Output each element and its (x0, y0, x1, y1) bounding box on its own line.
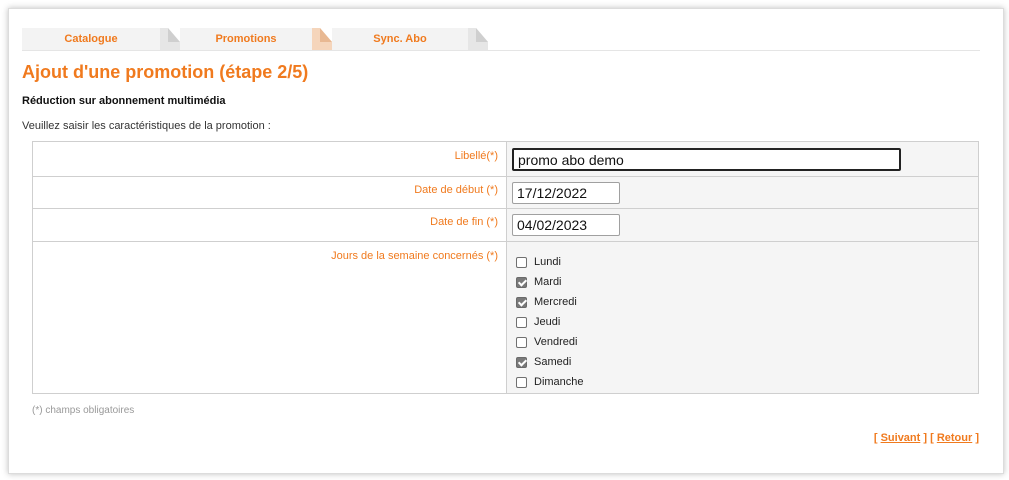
libelle-cell (507, 142, 978, 176)
form-row-jours: Jours de la semaine concernés (*) Lundi … (33, 242, 978, 393)
tab-label: Sync. Abo (373, 33, 427, 45)
tab-fold-icon (160, 28, 180, 50)
tab-label: Catalogue (64, 33, 118, 45)
required-fields-note: (*) champs obligatoires (32, 405, 135, 416)
form-actions: [ Suivant ] [ Retour ] (873, 432, 979, 444)
jour-label: Lundi (534, 256, 561, 268)
jour-label: Mercredi (534, 296, 577, 308)
tab-bar: Catalogue Promotions Sync. Abo (22, 28, 500, 50)
checkbox-dimanche[interactable] (516, 376, 527, 388)
page-subtitle: Réduction sur abonnement multimédia (22, 95, 226, 107)
date-fin-label: Date de fin (*) (33, 209, 507, 241)
jour-option-jeudi[interactable]: Jeudi (516, 312, 584, 332)
tab-promotions[interactable]: Promotions (180, 28, 312, 50)
date-debut-cell (507, 177, 978, 208)
jour-option-lundi[interactable]: Lundi (516, 252, 584, 272)
jour-label: Jeudi (534, 316, 561, 328)
jour-option-dimanche[interactable]: Dimanche (516, 372, 584, 392)
tab-divider (22, 50, 980, 51)
jours-checkbox-list: Lundi Mardi Mercredi Jeudi Vendredi Same… (516, 252, 584, 392)
jour-option-vendredi[interactable]: Vendredi (516, 332, 584, 352)
jour-label: Samedi (534, 356, 572, 368)
jours-label: Jours de la semaine concernés (*) (33, 242, 507, 393)
tab-label: Promotions (215, 33, 277, 45)
tab-sync-abo[interactable]: Sync. Abo (332, 28, 468, 50)
jour-option-samedi[interactable]: Samedi (516, 352, 584, 372)
libelle-input[interactable] (512, 148, 901, 171)
jour-option-mardi[interactable]: Mardi (516, 272, 584, 292)
checkbox-mardi[interactable] (516, 276, 527, 288)
tab-catalogue[interactable]: Catalogue (22, 28, 160, 50)
tab-fold-icon (312, 28, 332, 50)
checkbox-jeudi[interactable] (516, 316, 527, 328)
jour-label: Dimanche (534, 376, 584, 388)
tab-fold-icon (468, 28, 488, 50)
checkbox-samedi[interactable] (516, 356, 527, 368)
page-title: Ajout d'une promotion (étape 2/5) (22, 62, 309, 82)
libelle-label: Libellé(*) (33, 142, 507, 176)
form-row-libelle: Libellé(*) (33, 142, 978, 177)
jour-option-mercredi[interactable]: Mercredi (516, 292, 584, 312)
jour-label: Vendredi (534, 336, 578, 348)
promotion-form: Libellé(*) Date de début (*) Date de fin… (32, 141, 979, 394)
jours-cell: Lundi Mardi Mercredi Jeudi Vendredi Same… (507, 242, 978, 393)
form-row-date-fin: Date de fin (*) (33, 209, 978, 242)
form-row-date-debut: Date de début (*) (33, 177, 978, 209)
date-fin-cell (507, 209, 978, 241)
jour-label: Mardi (534, 276, 562, 288)
back-link[interactable]: Retour (937, 432, 972, 444)
date-debut-input[interactable] (512, 182, 620, 204)
checkbox-vendredi[interactable] (516, 336, 527, 348)
date-debut-label: Date de début (*) (33, 177, 507, 208)
checkbox-mercredi[interactable] (516, 296, 527, 308)
form-intro: Veuillez saisir les caractéristiques de … (22, 120, 271, 132)
checkbox-lundi[interactable] (516, 256, 527, 268)
next-link[interactable]: Suivant (881, 432, 921, 444)
date-fin-input[interactable] (512, 214, 620, 236)
